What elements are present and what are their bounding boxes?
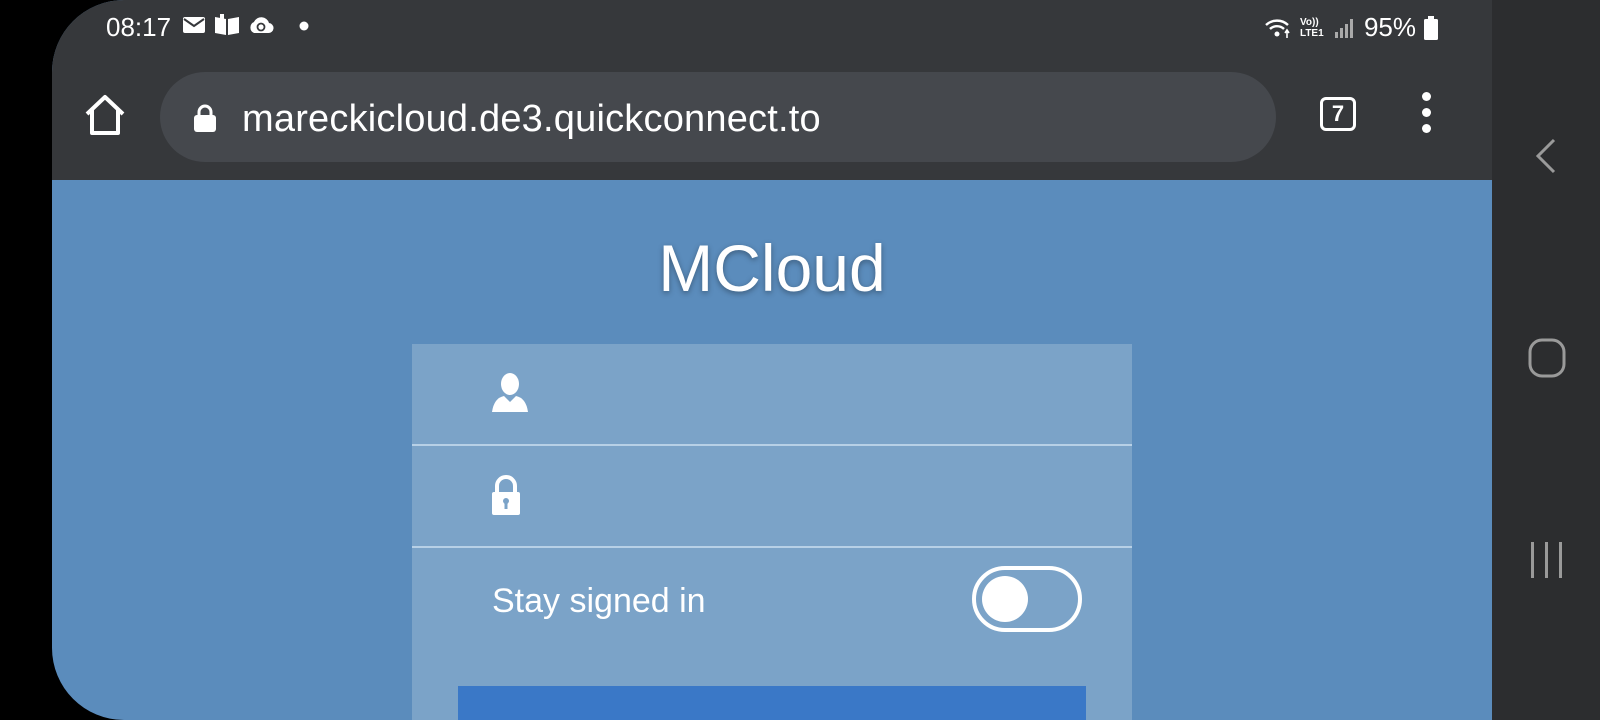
notification-icons — [182, 14, 312, 36]
url-text[interactable]: mareckicloud.de3.quickconnect.to — [242, 98, 821, 141]
home-icon[interactable] — [82, 92, 128, 138]
username-input[interactable] — [552, 364, 1096, 426]
status-right: Vo)) LTE1 95% — [1264, 12, 1438, 43]
home-nav-icon[interactable] — [1528, 338, 1566, 378]
phone-frame: 08:17 Vo)) LTE1 95% mareckicloud.de3.qui… — [0, 0, 1600, 720]
navigation-bar — [1492, 0, 1600, 720]
cloud-sync-icon — [250, 17, 274, 34]
wifi-icon — [1265, 18, 1290, 38]
mail-icon — [183, 17, 205, 33]
stay-signed-in-row: Stay signed in — [412, 548, 1132, 650]
stay-signed-in-toggle[interactable] — [972, 566, 1082, 632]
recents-icon[interactable] — [1528, 540, 1566, 580]
password-row — [412, 446, 1132, 548]
address-bar[interactable]: mareckicloud.de3.quickconnect.to — [160, 72, 1276, 162]
stay-signed-in-label: Stay signed in — [492, 582, 706, 620]
more-options-icon[interactable] — [1416, 92, 1436, 136]
screen: 08:17 Vo)) LTE1 95% mareckicloud.de3.qui… — [52, 0, 1492, 720]
user-icon — [492, 373, 528, 412]
status-time: 08:17 — [106, 12, 172, 42]
battery-percent: 95% — [1363, 12, 1416, 42]
battery-icon — [1424, 15, 1438, 40]
page-title: MCloud — [658, 231, 886, 305]
dot-icon — [299, 21, 309, 31]
password-input[interactable] — [552, 466, 1096, 528]
back-icon[interactable] — [1528, 136, 1564, 176]
browser-toolbar: mareckicloud.de3.quickconnect.to 7 — [52, 52, 1492, 180]
network-label: Vo)) LTE1 — [1299, 16, 1324, 39]
status-bar: 08:17 Vo)) LTE1 95% — [52, 0, 1492, 52]
signal-icon — [1334, 18, 1353, 38]
username-row — [412, 344, 1132, 446]
sign-in-button[interactable] — [458, 686, 1086, 720]
tab-switcher-button[interactable]: 7 — [1320, 97, 1356, 131]
book-icon — [215, 14, 239, 35]
login-card: Stay signed in — [412, 344, 1132, 720]
toggle-knob — [982, 576, 1028, 622]
padlock-icon — [492, 475, 520, 515]
lock-icon — [194, 104, 216, 132]
